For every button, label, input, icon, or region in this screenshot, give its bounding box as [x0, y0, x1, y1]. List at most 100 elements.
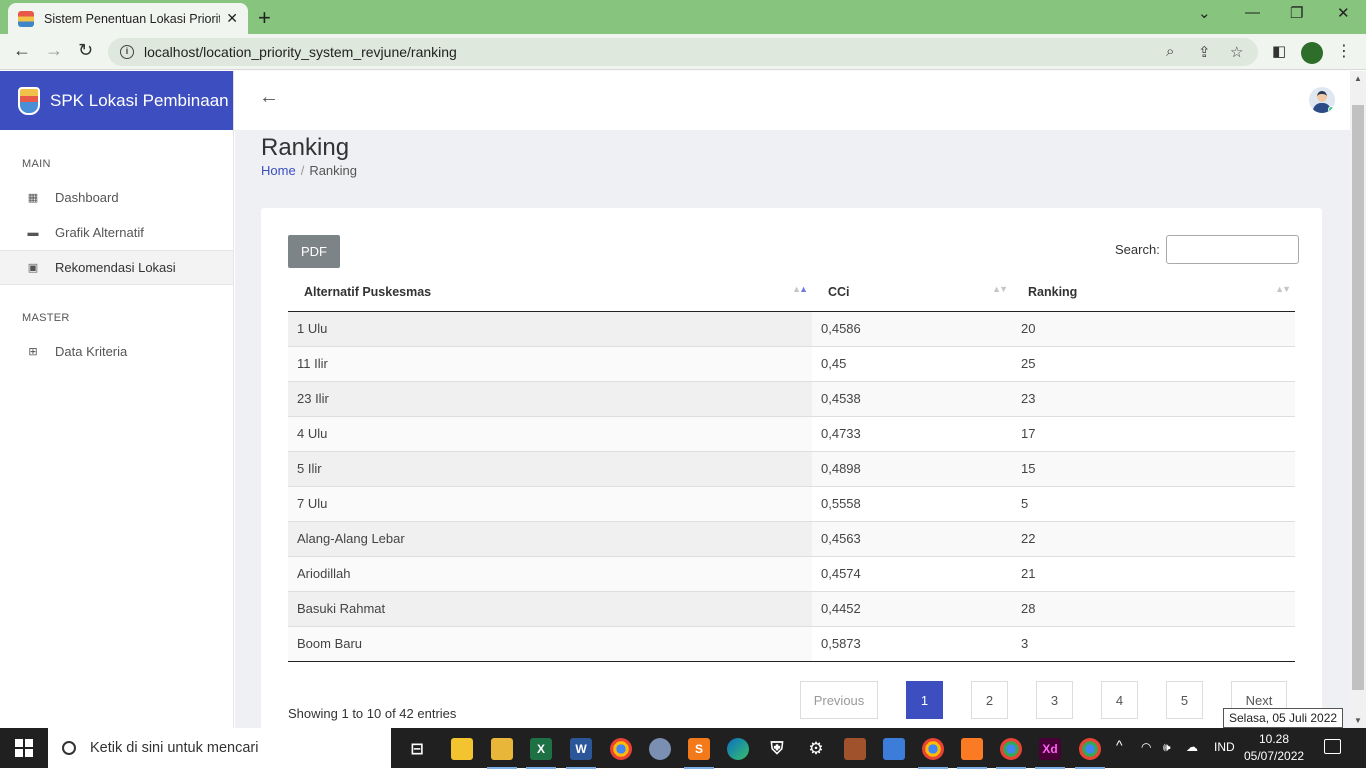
cell-alternatif: 23 Ilir	[288, 380, 812, 416]
scrollbar-thumb[interactable]	[1352, 105, 1364, 690]
column-header-label: CCi	[828, 284, 850, 299]
column-header-cci[interactable]: CCi ▲▼	[812, 273, 1012, 312]
taskbar-search-box[interactable]: Ketik di sini untuk mencari	[48, 728, 391, 768]
cell-alternatif: 11 Ilir	[288, 345, 812, 381]
search-input[interactable]	[1165, 235, 1299, 264]
pagination-page-1[interactable]: 1	[906, 681, 943, 719]
brand-header[interactable]: SPK Lokasi Pembinaan	[0, 71, 233, 130]
tab-title: Sistem Penentuan Lokasi Prioritas	[44, 11, 221, 26]
browser-tab-strip: Sistem Penentuan Lokasi Prioritas ✕ + ⌄ …	[0, 0, 1366, 34]
side-panel-icon[interactable]: ◧	[1272, 42, 1286, 60]
security-shield-icon[interactable]: ⛨	[766, 738, 788, 760]
table-search: Search:	[1115, 235, 1299, 264]
column-header-alternatif[interactable]: Alternatif Puskesmas ▲▲	[288, 273, 812, 312]
snipping-tool-icon[interactable]	[649, 738, 671, 760]
sidebar-item-grafik-alternatif[interactable]: ▬ Grafik Alternatif	[0, 215, 233, 250]
site-favicon-icon	[18, 10, 34, 27]
pagination-page-2[interactable]: 2	[971, 681, 1008, 719]
user-avatar[interactable]	[1309, 87, 1335, 113]
task-view-icon[interactable]: ⊟	[406, 738, 428, 760]
sublime-text-icon[interactable]: S	[684, 738, 714, 769]
xampp-icon[interactable]	[957, 738, 987, 769]
reload-icon[interactable]: ↻	[78, 40, 93, 61]
site-info-icon[interactable]: i	[120, 45, 134, 59]
new-tab-icon[interactable]: +	[258, 5, 271, 31]
sidebar-item-label: Grafik Alternatif	[55, 225, 144, 240]
breadcrumb: Home / Ranking	[261, 163, 357, 178]
pagination-page-5[interactable]: 5	[1166, 681, 1203, 719]
language-indicator[interactable]: IND	[1214, 740, 1235, 754]
excel-icon[interactable]: X	[526, 738, 556, 769]
chrome-profile-2-icon[interactable]	[996, 738, 1026, 769]
close-tab-icon[interactable]: ✕	[226, 10, 238, 27]
cell-cci: 0,4574	[812, 555, 1012, 591]
cell-ranking: 17	[1012, 415, 1295, 451]
breadcrumb-home[interactable]: Home	[261, 163, 296, 178]
cell-cci: 0,4586	[812, 310, 1012, 346]
cell-alternatif: Alang-Alang Lebar	[288, 520, 812, 556]
dashboard-icon: ▦	[27, 192, 39, 204]
bookmark-star-icon[interactable]: ☆	[1230, 43, 1243, 61]
table-row: Boom Baru 0,5873 3	[288, 625, 1295, 662]
restore-icon[interactable]: ❐	[1290, 4, 1303, 22]
taskbar-clock[interactable]: 10.28 05/07/2022	[1244, 731, 1304, 765]
tab-search-chevron-icon[interactable]: ⌄	[1198, 4, 1211, 22]
page-title: Ranking	[261, 134, 350, 161]
pagination-page-3[interactable]: 3	[1036, 681, 1073, 719]
pagination-previous-button[interactable]: Previous	[800, 681, 878, 719]
edge-icon[interactable]	[727, 738, 749, 760]
onedrive-icon[interactable]: ☁	[1186, 740, 1198, 754]
table-row: Ariodillah 0,4574 21	[288, 555, 1295, 591]
sidebar-section-master: MASTER	[22, 312, 70, 324]
back-arrow-icon[interactable]: ←	[13, 40, 31, 61]
settings-gear-icon[interactable]: ⚙	[805, 738, 827, 760]
sidebar-item-dashboard[interactable]: ▦ Dashboard	[0, 180, 233, 215]
wifi-icon[interactable]: ◠	[1141, 740, 1151, 754]
page-scrollbar[interactable]: ▲ ▼	[1350, 71, 1366, 728]
archive-app-icon[interactable]	[844, 738, 866, 760]
table-row: 11 Ilir 0,45 25	[288, 345, 1295, 381]
sort-icon: ▲▼	[1275, 284, 1291, 294]
table-row: 1 Ulu 0,4586 20	[288, 310, 1295, 346]
pdf-export-button[interactable]: PDF	[288, 235, 340, 268]
clock-time: 10.28	[1258, 732, 1290, 746]
forward-arrow-icon[interactable]: →	[45, 40, 63, 61]
browser-menu-icon[interactable]: ⋮	[1336, 41, 1352, 61]
tray-overflow-icon[interactable]: ^	[1116, 737, 1123, 753]
sidebar: SPK Lokasi Pembinaan MAIN ▦ Dashboard ▬ …	[0, 71, 234, 728]
location-icon: ▣	[27, 262, 39, 274]
sidebar-toggle-back-icon[interactable]: ←	[259, 86, 279, 109]
word-icon[interactable]: W	[566, 738, 596, 769]
cell-ranking: 20	[1012, 310, 1295, 346]
photos-app-icon[interactable]	[883, 738, 905, 760]
chrome-active-icon[interactable]	[1075, 738, 1105, 769]
minimize-icon[interactable]: —	[1245, 4, 1260, 21]
cell-alternatif: 7 Ulu	[288, 485, 812, 521]
sticky-notes-icon[interactable]	[451, 738, 473, 760]
windows-taskbar: Ketik di sini untuk mencari ⊟ X W S ⛨ ⚙ …	[0, 728, 1366, 769]
online-status-icon	[1328, 106, 1335, 113]
chrome-profile-icon[interactable]	[918, 738, 948, 769]
column-header-ranking[interactable]: Ranking ▲▼	[1012, 273, 1295, 312]
pagination-page-4[interactable]: 4	[1101, 681, 1138, 719]
adobe-xd-icon[interactable]: Xd	[1035, 738, 1065, 769]
volume-icon[interactable]: 🕪	[1163, 740, 1171, 755]
chrome-icon[interactable]	[610, 738, 632, 760]
scroll-down-icon[interactable]: ▼	[1354, 716, 1362, 725]
cell-alternatif: Ariodillah	[288, 555, 812, 591]
notification-center-icon[interactable]	[1324, 739, 1341, 754]
scroll-up-icon[interactable]: ▲	[1354, 74, 1362, 83]
sidebar-item-rekomendasi-lokasi[interactable]: ▣ Rekomendasi Lokasi	[0, 250, 233, 285]
share-icon[interactable]: ⇪	[1198, 43, 1211, 61]
browser-tab[interactable]: Sistem Penentuan Lokasi Prioritas ✕	[8, 3, 248, 34]
file-explorer-icon[interactable]	[487, 738, 517, 769]
close-window-icon[interactable]: ✕	[1337, 4, 1350, 22]
column-header-label: Alternatif Puskesmas	[304, 284, 432, 299]
sidebar-item-data-kriteria[interactable]: ⊞ Data Kriteria	[0, 334, 233, 369]
search-label: Search:	[1115, 242, 1160, 257]
profile-avatar-icon[interactable]	[1301, 42, 1323, 64]
table-row: 5 Ilir 0,4898 15	[288, 450, 1295, 486]
windows-start-icon[interactable]	[15, 739, 33, 757]
zoom-icon[interactable]: ⌕	[1166, 43, 1174, 60]
address-bar[interactable]: i localhost/location_priority_system_rev…	[108, 38, 1258, 66]
